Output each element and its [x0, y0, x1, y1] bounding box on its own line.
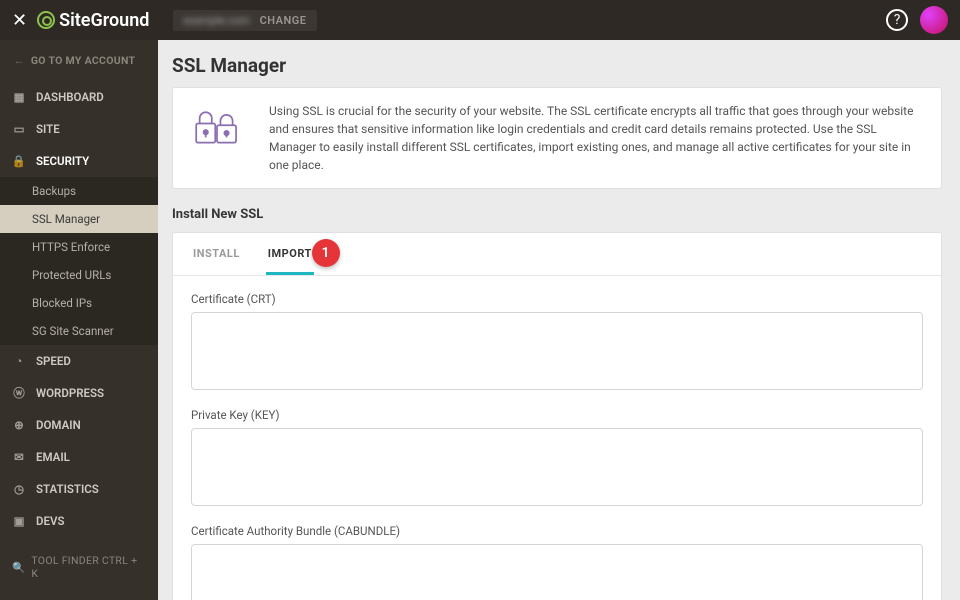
sidebar-sub-backups[interactable]: Backups	[0, 177, 158, 205]
search-icon: 🔍	[12, 561, 25, 574]
sidebar-item-email[interactable]: ✉ EMAIL	[0, 441, 158, 473]
avatar[interactable]	[920, 6, 948, 34]
go-account-label: GO TO MY ACCOUNT	[31, 54, 136, 67]
arrow-left-icon: ←	[14, 54, 25, 67]
sidebar-item-security[interactable]: 🔒 SECURITY	[0, 145, 158, 177]
logo-text: SiteGround	[59, 10, 149, 31]
sidebar-item-label: DASHBOARD	[36, 90, 104, 104]
intro-text: Using SSL is crucial for the security of…	[269, 102, 923, 174]
sidebar: ← GO TO MY ACCOUNT ▦ DASHBOARD ▭ SITE 🔒 …	[0, 40, 158, 600]
sidebar-item-dashboard[interactable]: ▦ DASHBOARD	[0, 81, 158, 113]
field-group-cabundle: Certificate Authority Bundle (CABUNDLE)	[191, 524, 923, 600]
cabundle-input[interactable]	[191, 544, 923, 600]
intro-card: Using SSL is crucial for the security of…	[172, 87, 942, 189]
security-submenu: Backups SSL Manager HTTPS Enforce Protec…	[0, 177, 158, 345]
sidebar-item-label: SITE	[36, 122, 60, 136]
sidebar-item-speed[interactable]: ◔ SPEED	[0, 345, 158, 377]
padlock-illustration-icon	[191, 102, 243, 174]
wordpress-icon: ⓦ	[12, 386, 26, 400]
install-ssl-panel: INSTALL IMPORT 1 Certificate (CRT) Priva…	[172, 232, 942, 600]
window-icon: ▭	[12, 122, 26, 136]
sidebar-item-site[interactable]: ▭ SITE	[0, 113, 158, 145]
globe-icon: ⊕	[12, 418, 26, 432]
field-group-key: Private Key (KEY)	[191, 408, 923, 510]
cabundle-label: Certificate Authority Bundle (CABUNDLE)	[191, 524, 923, 538]
change-site-link[interactable]: CHANGE	[260, 14, 307, 27]
sidebar-sub-blocked-ips[interactable]: Blocked IPs	[0, 289, 158, 317]
sidebar-item-label: DEVS	[36, 514, 64, 528]
tab-install[interactable]: INSTALL	[191, 233, 242, 275]
terminal-icon: ▣	[12, 514, 26, 528]
top-bar: ✕ SiteGround example.com CHANGE ?	[0, 0, 960, 40]
clock-icon: ◷	[12, 482, 26, 496]
sidebar-item-statistics[interactable]: ◷ STATISTICS	[0, 473, 158, 505]
sidebar-item-label: STATISTICS	[36, 482, 99, 496]
lock-icon: 🔒	[12, 154, 26, 168]
sidebar-sub-ssl-manager[interactable]: SSL Manager	[0, 205, 158, 233]
main-content: SSL Manager Using SSL is crucia	[158, 40, 960, 600]
sidebar-sub-protected-urls[interactable]: Protected URLs	[0, 261, 158, 289]
tabs: INSTALL IMPORT 1	[173, 233, 941, 276]
page-title: SSL Manager	[172, 54, 942, 77]
brand-logo[interactable]: SiteGround	[37, 10, 149, 31]
key-input[interactable]	[191, 428, 923, 506]
sidebar-sub-site-scanner[interactable]: SG Site Scanner	[0, 317, 158, 345]
crt-label: Certificate (CRT)	[191, 292, 923, 306]
mail-icon: ✉	[12, 450, 26, 464]
sidebar-item-label: EMAIL	[36, 450, 70, 464]
field-group-crt: Certificate (CRT)	[191, 292, 923, 394]
sidebar-item-label: SECURITY	[36, 154, 89, 168]
tab-import[interactable]: IMPORT 1	[266, 233, 314, 275]
sidebar-item-label: DOMAIN	[36, 418, 81, 432]
sidebar-item-domain[interactable]: ⊕ DOMAIN	[0, 409, 158, 441]
close-icon[interactable]: ✕	[12, 10, 27, 31]
crt-input[interactable]	[191, 312, 923, 390]
tool-finder-label: TOOL FINDER CTRL + K	[31, 554, 146, 580]
section-title: Install New SSL	[172, 207, 942, 222]
help-icon[interactable]: ?	[886, 9, 908, 31]
sidebar-item-wordpress[interactable]: ⓦ WORDPRESS	[0, 377, 158, 409]
sidebar-sub-https-enforce[interactable]: HTTPS Enforce	[0, 233, 158, 261]
gauge-icon: ◔	[12, 354, 26, 368]
callout-badge-1: 1	[312, 239, 340, 267]
tool-finder-link[interactable]: 🔍 TOOL FINDER CTRL + K	[0, 538, 158, 600]
sidebar-item-devs[interactable]: ▣ DEVS	[0, 505, 158, 537]
key-label: Private Key (KEY)	[191, 408, 923, 422]
go-to-account-link[interactable]: ← GO TO MY ACCOUNT	[0, 40, 158, 81]
sidebar-item-label: WORDPRESS	[36, 386, 104, 400]
sidebar-item-label: SPEED	[36, 354, 71, 368]
tab-import-label: IMPORT	[268, 247, 312, 260]
site-name: example.com	[183, 14, 249, 27]
site-chip: example.com CHANGE	[173, 10, 316, 31]
logo-icon	[37, 11, 55, 29]
grid-icon: ▦	[12, 90, 26, 104]
